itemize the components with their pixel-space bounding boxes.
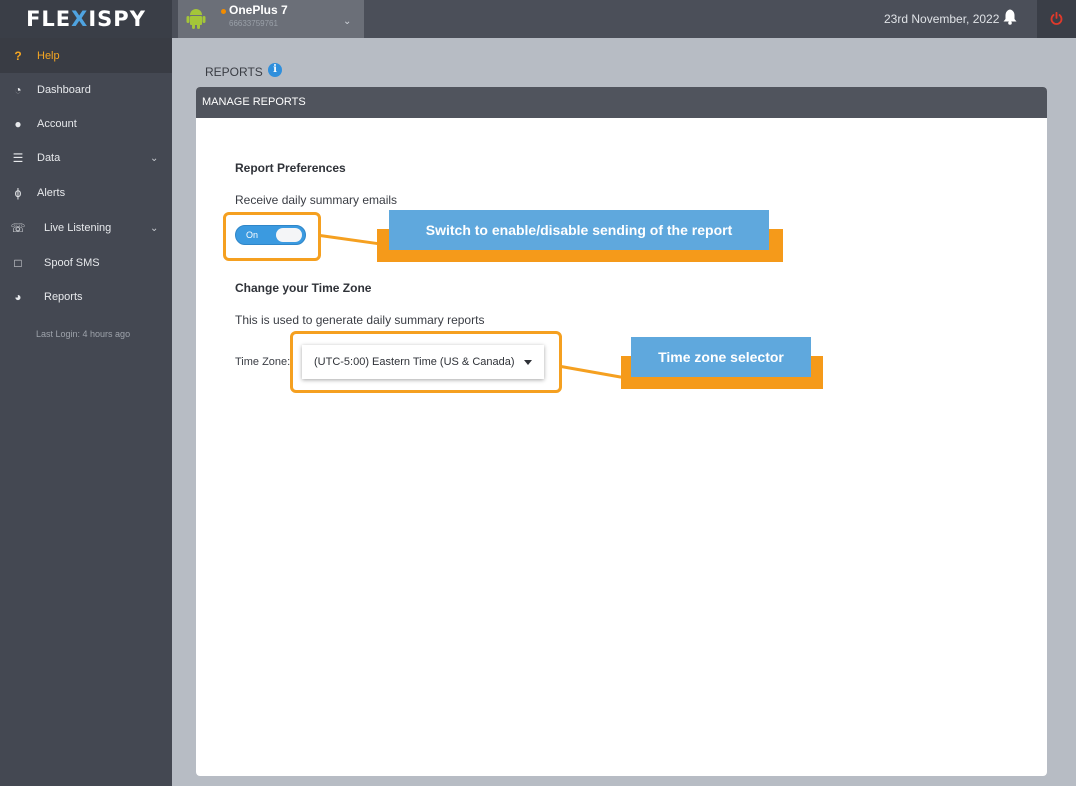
user-icon: ● — [14, 117, 22, 131]
manage-reports-panel: MANAGE REPORTS — [196, 87, 1047, 776]
sidebar-item-label: Alerts — [37, 187, 66, 199]
report-preferences-heading: Report Preferences — [235, 161, 346, 175]
database-icon: ☰ — [12, 151, 24, 165]
android-icon — [186, 9, 206, 29]
chevron-down-icon: ⌄ — [150, 222, 159, 234]
timezone-heading: Change your Time Zone — [235, 281, 372, 295]
sidebar-item-label: Live Listening — [44, 222, 112, 234]
sidebar-item-reports[interactable]: ◕ Reports — [0, 280, 172, 314]
toggle-highlight-frame — [223, 212, 321, 261]
callout-text: Time zone selector — [631, 337, 811, 377]
sidebar-item-account[interactable]: ● Account — [0, 107, 172, 141]
bell-icon[interactable] — [1003, 9, 1017, 25]
receive-emails-label: Receive daily summary emails — [235, 193, 398, 207]
dashboard-icon: ◔ — [14, 83, 22, 97]
device-selector[interactable]: OnePlus 7 66633759761 ⌄ — [178, 0, 364, 38]
toggle-callout: Switch to enable/disable sending of the … — [377, 210, 783, 262]
sms-icon: □ — [14, 256, 22, 270]
sidebar-item-label: Spoof SMS — [44, 257, 100, 269]
callout-text: Switch to enable/disable sending of the … — [389, 210, 769, 250]
logout-button[interactable] — [1037, 0, 1076, 38]
timezone-highlight-frame — [290, 331, 562, 393]
device-name: OnePlus 7 — [229, 3, 288, 17]
chevron-down-icon: ⌄ — [150, 152, 159, 164]
timezone-callout: Time zone selector — [621, 337, 823, 389]
sidebar-item-label: Help — [37, 49, 60, 62]
last-login-text: Last Login: 4 hours ago — [36, 329, 131, 339]
pie-chart-icon: ◕ — [14, 290, 22, 304]
logo[interactable]: FLEXISPY — [0, 0, 172, 38]
sidebar-item-data[interactable]: ☰ Data ⌄ — [0, 141, 172, 175]
sidebar-item-label: Account — [37, 118, 77, 130]
device-number: 66633759761 — [229, 19, 278, 28]
page-title: REPORTS — [205, 65, 263, 79]
top-bar: FLEXISPY OnePlus 7 66633759761 ⌄ 23rd No… — [0, 0, 1076, 38]
sidebar-item-spoof-sms[interactable]: □ Spoof SMS — [0, 246, 172, 280]
timezone-description: This is used to generate daily summary r… — [235, 313, 485, 327]
question-icon: ? — [14, 48, 22, 63]
sidebar-item-alerts[interactable]: ϕ Alerts — [0, 176, 172, 210]
sidebar-item-label: Dashboard — [37, 84, 91, 96]
device-status-dot — [221, 9, 226, 14]
current-date: 23rd November, 2022 — [884, 12, 1000, 26]
sidebar-item-label: Reports — [44, 291, 83, 303]
phone-icon: ☏ — [10, 221, 26, 235]
info-icon[interactable]: i — [268, 63, 282, 77]
sidebar: ? Help ◔ Dashboard ● Account ☰ Data ⌄ ϕ … — [0, 38, 172, 786]
power-icon — [1050, 12, 1063, 25]
logo-text: FLEXISPY — [26, 7, 146, 31]
sidebar-item-label: Data — [37, 152, 61, 164]
timezone-label: Time Zone: — [235, 356, 291, 368]
sidebar-item-help[interactable]: ? Help — [0, 38, 172, 73]
panel-title: MANAGE REPORTS — [196, 87, 1047, 118]
bolt-icon: ϕ — [14, 186, 22, 200]
sidebar-item-live-listening[interactable]: ☏ Live Listening ⌄ — [0, 211, 172, 245]
sidebar-item-dashboard[interactable]: ◔ Dashboard — [0, 73, 172, 107]
chevron-down-icon[interactable]: ⌄ — [343, 16, 351, 27]
